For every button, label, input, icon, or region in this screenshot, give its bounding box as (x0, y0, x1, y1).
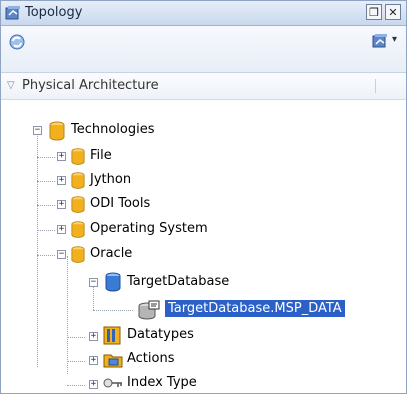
tree-node-operating-system[interactable]: + Operating System (1, 218, 406, 242)
tree-node-target-schema[interactable]: TargetDatabase.MSP_DATA (1, 298, 406, 322)
header-divider (375, 79, 376, 93)
tree-node-technologies[interactable]: − Technologies (1, 119, 406, 143)
expand-icon[interactable]: + (89, 332, 98, 341)
expand-icon[interactable]: + (89, 356, 98, 365)
physical-architecture-header[interactable]: ▽ Physical Architecture (1, 73, 406, 100)
node-label: File (90, 148, 112, 163)
topology-window: Topology ❐ ✕ ▾ ▽ Physical Architecture −… (0, 0, 407, 394)
folder-cylinder-icon (71, 172, 85, 189)
topology-icon (5, 6, 20, 20)
physical-architecture-tree: − Technologies + File + Jython + ODI Too… (1, 101, 406, 393)
node-label: Actions (127, 351, 175, 366)
tree-node-target-database[interactable]: − TargetDatabase (1, 271, 406, 295)
actions-folder-icon (103, 354, 123, 368)
tree-node-file[interactable]: + File (1, 145, 406, 169)
expand-icon[interactable]: + (57, 176, 66, 185)
toolbar: ▾ (1, 26, 406, 73)
folder-cylinder-icon (49, 121, 65, 141)
tree-node-oracle[interactable]: − Oracle (1, 243, 406, 267)
key-icon (103, 378, 122, 388)
folder-cylinder-icon (71, 196, 85, 213)
refresh-icon[interactable] (7, 32, 27, 52)
tree-node-actions[interactable]: + Actions (1, 348, 406, 372)
datatypes-icon (103, 326, 121, 345)
close-icon: ✕ (388, 6, 398, 19)
node-label: Technologies (71, 122, 155, 137)
collapse-icon[interactable]: − (33, 126, 42, 135)
restore-button[interactable]: ❐ (366, 4, 382, 20)
folder-cylinder-icon (71, 148, 85, 165)
connect-menu-icon (372, 34, 387, 48)
collapse-arrow-icon: ▽ (7, 80, 15, 91)
tree-node-index-type[interactable]: + Index Type (1, 372, 406, 393)
node-label: Oracle (90, 246, 133, 261)
expand-icon[interactable]: + (57, 200, 66, 209)
node-label: TargetDatabase.MSP_DATA (165, 300, 345, 317)
restore-icon: ❐ (369, 6, 379, 19)
node-label: TargetDatabase (127, 274, 230, 289)
physical-schema-icon (138, 300, 160, 320)
expand-icon[interactable]: + (57, 225, 66, 234)
data-server-icon (105, 272, 121, 292)
node-label: Datatypes (127, 327, 194, 342)
folder-cylinder-icon (71, 246, 85, 263)
title-bar: Topology ❐ ✕ (1, 1, 406, 26)
expand-icon[interactable]: + (57, 152, 66, 161)
node-label: ODI Tools (90, 196, 151, 211)
collapse-icon[interactable]: − (89, 278, 98, 287)
node-label: Operating System (90, 221, 208, 236)
collapse-icon[interactable]: − (57, 250, 66, 259)
folder-cylinder-icon (71, 221, 85, 238)
tree-node-datatypes[interactable]: + Datatypes (1, 324, 406, 348)
node-label: Jython (90, 172, 132, 187)
expand-icon[interactable]: + (89, 380, 98, 389)
dropdown-arrow-icon: ▾ (392, 34, 398, 45)
section-title: Physical Architecture (22, 78, 159, 93)
connect-menu-button[interactable]: ▾ (371, 32, 401, 52)
tree-node-odi-tools[interactable]: + ODI Tools (1, 193, 406, 217)
tree-node-jython[interactable]: + Jython (1, 169, 406, 193)
window-title: Topology (25, 5, 83, 20)
close-button[interactable]: ✕ (385, 4, 401, 20)
node-label: Index Type (127, 375, 197, 390)
